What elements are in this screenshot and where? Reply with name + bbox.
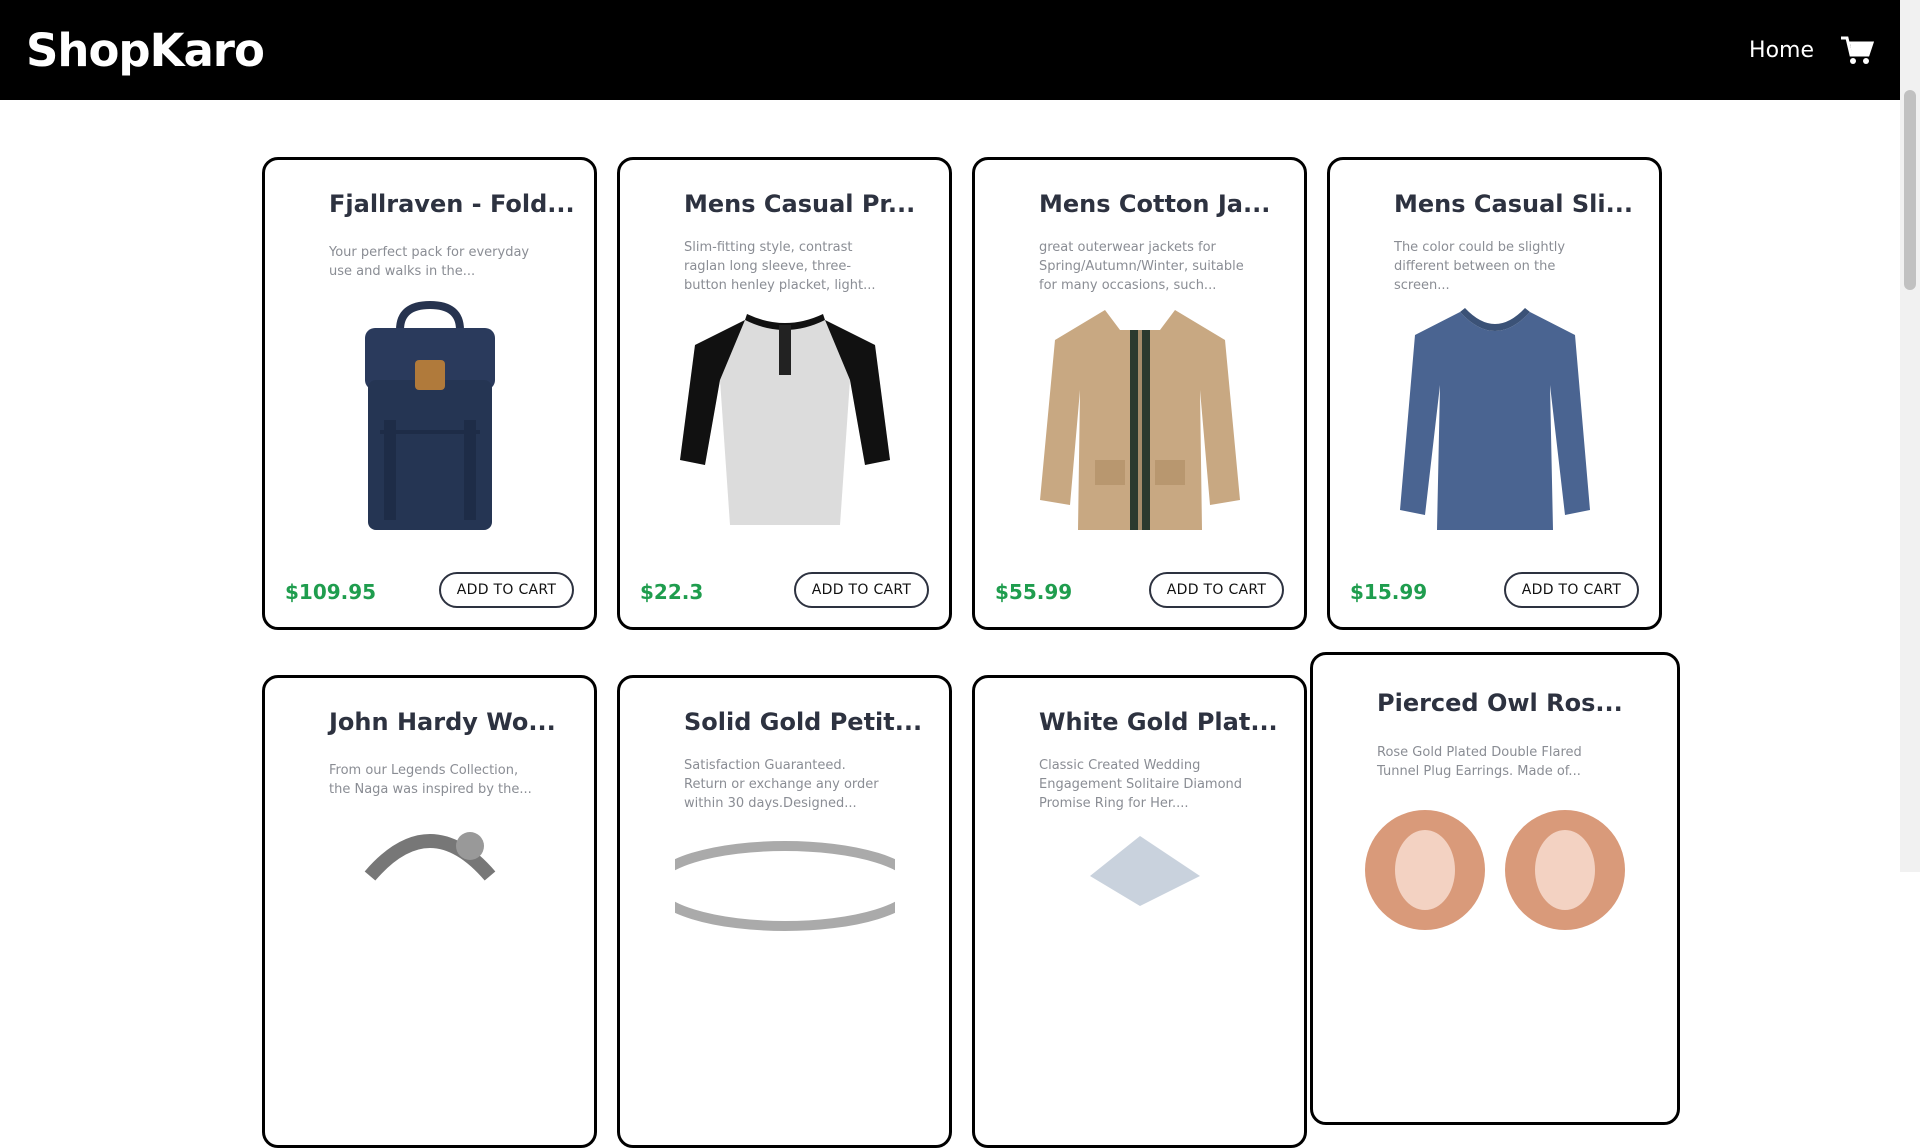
backpack-image xyxy=(364,300,495,530)
product-price: $109.95 xyxy=(285,580,377,604)
product-card[interactable]: Fjallraven - Fold... Your perfect pack f… xyxy=(262,157,597,630)
product-title[interactable]: Solid Gold Petit... xyxy=(684,708,922,736)
scrollbar[interactable] xyxy=(1900,0,1920,872)
product-title[interactable]: Fjallraven - Fold... xyxy=(329,190,575,218)
product-title[interactable]: Mens Casual Pr... xyxy=(684,190,915,218)
long-sleeve-shirt-image xyxy=(1399,308,1590,530)
add-to-cart-button[interactable]: ADD TO CART xyxy=(439,572,574,608)
product-card-hovered[interactable]: Pierced Owl Ros... Rose Gold Plated Doub… xyxy=(1310,652,1680,1125)
earrings-image xyxy=(1365,810,1625,930)
product-description: Slim-fitting style, contrast raglan long… xyxy=(684,240,876,293)
product-card[interactable]: Mens Casual Sli... The color could be sl… xyxy=(1327,157,1662,630)
add-to-cart-button[interactable]: ADD TO CART xyxy=(1149,572,1284,608)
brand-logo[interactable]: ShopKaro xyxy=(26,24,265,77)
product-description: From our Legends Collection, the Naga wa… xyxy=(329,763,532,797)
product-title[interactable]: Mens Casual Sli... xyxy=(1394,190,1633,218)
product-card[interactable]: John Hardy Wo... From our Legends Collec… xyxy=(262,675,597,1148)
bracelet-image xyxy=(364,832,495,881)
product-title[interactable]: Mens Cotton Ja... xyxy=(1039,190,1270,218)
product-title[interactable]: Pierced Owl Ros... xyxy=(1377,689,1623,717)
product-description: Your perfect pack for everyday use and w… xyxy=(329,245,530,279)
scrollbar-thumb[interactable] xyxy=(1904,90,1916,290)
product-description: The color could be slightly different be… xyxy=(1394,240,1566,293)
product-description: great outerwear jackets for Spring/Autum… xyxy=(1039,240,1244,293)
product-price: $22.3 xyxy=(640,580,704,604)
nav-link-home[interactable]: Home xyxy=(1749,38,1814,63)
product-card[interactable]: Mens Cotton Ja... great outerwear jacket… xyxy=(972,157,1307,630)
product-description: Satisfaction Guaranteed. Return or excha… xyxy=(684,758,879,811)
nav-right: Home xyxy=(1749,35,1874,65)
henley-shirt-image xyxy=(679,314,890,525)
diamond-ring-image xyxy=(1089,836,1200,906)
add-to-cart-button[interactable]: ADD TO CART xyxy=(1504,572,1639,608)
product-title[interactable]: John Hardy Wo... xyxy=(329,708,556,736)
navbar: ShopKaro Home xyxy=(0,0,1900,100)
shopping-cart-icon[interactable] xyxy=(1840,35,1874,65)
product-title[interactable]: White Gold Plat... xyxy=(1039,708,1278,736)
product-card[interactable]: White Gold Plat... Classic Created Weddi… xyxy=(972,675,1307,1148)
jacket-image xyxy=(1039,310,1240,530)
product-price: $15.99 xyxy=(1350,580,1428,604)
product-card[interactable]: Mens Casual Pr... Slim-fitting style, co… xyxy=(617,157,952,630)
product-description: Classic Created Wedding Engagement Solit… xyxy=(1039,758,1243,811)
product-price: $55.99 xyxy=(995,580,1073,604)
product-description: Rose Gold Plated Double Flared Tunnel Pl… xyxy=(1377,745,1582,779)
add-to-cart-button[interactable]: ADD TO CART xyxy=(794,572,929,608)
ring-image xyxy=(674,841,895,931)
product-card[interactable]: Solid Gold Petit... Satisfaction Guarant… xyxy=(617,675,952,1148)
